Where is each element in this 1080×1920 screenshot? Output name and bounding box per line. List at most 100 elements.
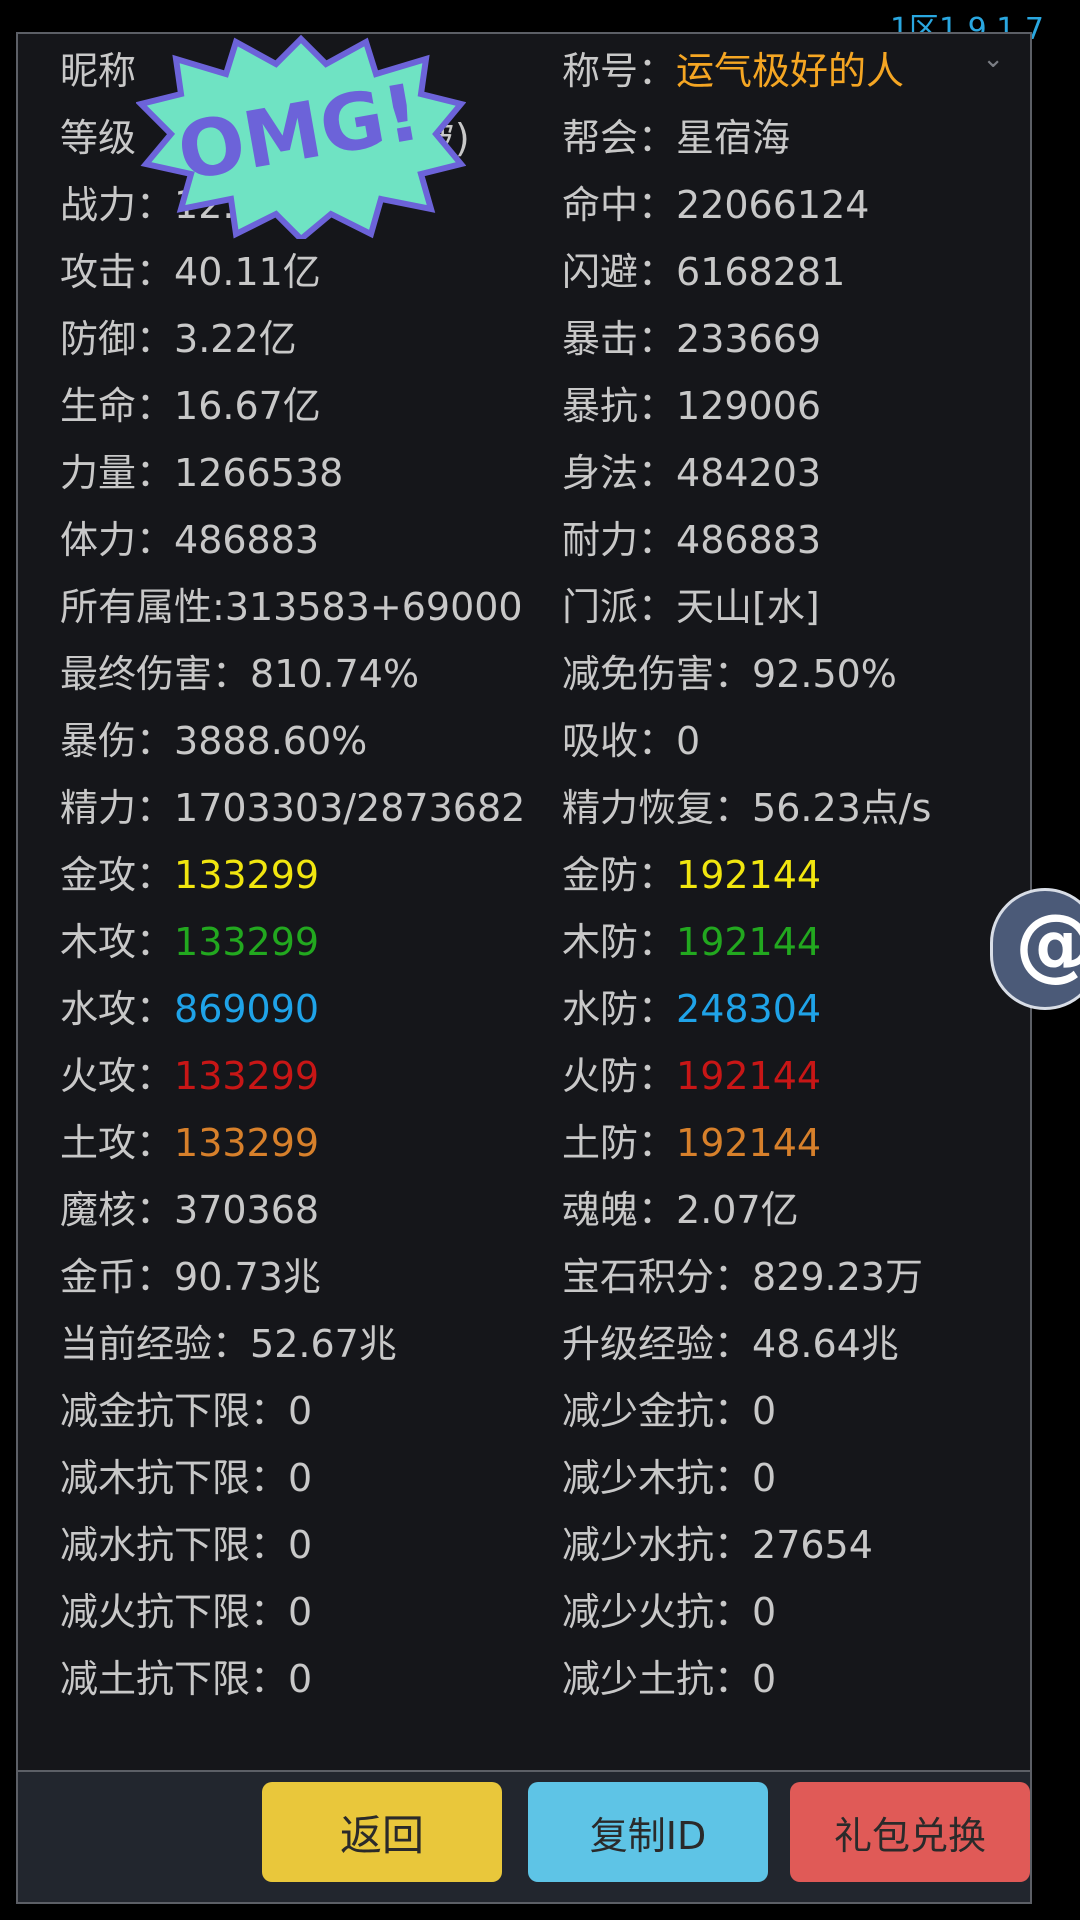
stat-value: 486883 (676, 518, 822, 562)
stat-left: 攻击：40.11亿 (60, 239, 321, 306)
stat-label: 减少水抗： (562, 1523, 753, 1567)
stat-right: 身法：484203 (562, 440, 821, 507)
stat-value: 486883 (174, 518, 320, 562)
stat-left: 力量：1266538 (60, 440, 343, 507)
stat-left: 减水抗下限：0 (60, 1512, 312, 1579)
stat-value: 133299 (174, 920, 320, 964)
stat-value: 0 (676, 719, 701, 763)
stat-value: 0 (288, 1590, 313, 1634)
stat-right: 升级经验：48.64兆 (562, 1311, 899, 1378)
stat-row: 当前经验：52.67兆 升级经验：48.64兆 (18, 1311, 1030, 1378)
copy-id-button[interactable]: 复制ID (528, 1782, 768, 1882)
omg-badge-icon: OMG! (136, 34, 466, 239)
stat-label: 减少土抗： (562, 1657, 753, 1701)
stat-label: 攻击： (60, 250, 175, 294)
stat-left: 减土抗下限：0 (60, 1646, 312, 1713)
stat-label: 精力恢复： (562, 786, 753, 830)
stat-left: 魔核：370368 (60, 1177, 319, 1244)
stat-value: 16.67亿 (174, 384, 321, 428)
stat-label: 当前经验： (60, 1322, 251, 1366)
stat-right: 减少土抗：0 (562, 1646, 776, 1713)
stat-label: 减少火抗： (562, 1590, 753, 1634)
stat-left: 当前经验：52.67兆 (60, 1311, 397, 1378)
stat-row: 土攻：133299 土防：192144 (18, 1110, 1030, 1177)
stat-label: 称号： (562, 49, 677, 93)
stat-row: 火攻：133299 火防：192144 (18, 1043, 1030, 1110)
stat-label: 防御： (60, 317, 175, 361)
stat-label: 减木抗下限： (60, 1456, 289, 1500)
gift-redeem-button[interactable]: 礼包兑换 (790, 1782, 1030, 1882)
back-button[interactable]: 返回 (262, 1782, 502, 1882)
stat-left: 金币：90.73兆 (60, 1244, 321, 1311)
stat-value: 313583+69000 (224, 585, 523, 629)
stat-row: 减火抗下限：0 减少火抗：0 (18, 1579, 1030, 1646)
stat-row: 最终伤害：810.74% 减免伤害：92.50% (18, 641, 1030, 708)
at-icon: @ (1015, 897, 1080, 990)
stat-label: 减少木抗： (562, 1456, 753, 1500)
stat-value: 22066124 (676, 183, 870, 227)
stat-label: 暴伤： (60, 719, 175, 763)
stat-label: 魂魄： (562, 1188, 677, 1232)
stat-left: 水攻：869090 (60, 976, 319, 1043)
stat-value: 248304 (676, 987, 822, 1031)
stat-row: 暴伤：3888.60% 吸收：0 (18, 708, 1030, 775)
stat-value: 0 (752, 1389, 777, 1433)
stat-right: 魂魄：2.07亿 (562, 1177, 799, 1244)
stat-left: 体力：486883 (60, 507, 319, 574)
stat-right: 门派：天山[水] (562, 574, 820, 641)
stat-value: 370368 (174, 1188, 320, 1232)
stat-value: 48.64兆 (752, 1322, 899, 1366)
stat-label: 金攻： (60, 853, 175, 897)
stat-row: 减水抗下限：0 减少水抗：27654 (18, 1512, 1030, 1579)
stat-value: 129006 (676, 384, 822, 428)
stat-row: 减土抗下限：0 减少土抗：0 (18, 1646, 1030, 1713)
stat-label: 体力： (60, 518, 175, 562)
stat-label: 升级经验： (562, 1322, 753, 1366)
stat-right: 木防：192144 (562, 909, 821, 976)
stat-left: 土攻：133299 (60, 1110, 319, 1177)
stat-right: 称号：运气极好的人 (562, 38, 904, 105)
stat-row: 金攻：133299 金防：192144 (18, 842, 1030, 909)
stat-row: 所有属性:313583+69000 门派：天山[水] (18, 574, 1030, 641)
stat-left: 金攻：133299 (60, 842, 319, 909)
stat-value: 0 (752, 1456, 777, 1500)
stat-right: 耐力：486883 (562, 507, 821, 574)
stat-value: 2.07亿 (676, 1188, 799, 1232)
stat-value: 1266538 (174, 451, 344, 495)
stat-value: 运气极好的人 (676, 49, 905, 93)
stat-right: 减少水抗：27654 (562, 1512, 873, 1579)
stat-value: 27654 (752, 1523, 873, 1567)
stat-value: 92.50% (752, 652, 897, 696)
stat-value: 天山[水] (676, 585, 820, 629)
stat-row: 水攻：869090 水防：248304 (18, 976, 1030, 1043)
stat-left: 所有属性:313583+69000 (60, 574, 523, 641)
stat-label: 减少金抗： (562, 1389, 753, 1433)
stat-value: 0 (288, 1456, 313, 1500)
stat-label: 吸收： (562, 719, 677, 763)
floating-at-button[interactable]: @ (990, 888, 1080, 1010)
stat-value: 1703303/2873682 (174, 786, 526, 830)
stat-label: 水攻： (60, 987, 175, 1031)
stat-value: 233669 (676, 317, 822, 361)
stat-row: 力量：1266538 身法：484203 (18, 440, 1030, 507)
stat-left: 暴伤：3888.60% (60, 708, 367, 775)
stat-label: 土攻： (60, 1121, 175, 1165)
stat-row: 金币：90.73兆 宝石积分：829.23万 (18, 1244, 1030, 1311)
stat-right: 减少木抗：0 (562, 1445, 776, 1512)
chevron-down-icon[interactable]: ⌄ (982, 44, 1004, 74)
stat-label: 减土抗下限： (60, 1657, 289, 1701)
stat-row: 防御：3.22亿 暴击：233669 (18, 306, 1030, 373)
stat-left: 昵称 (60, 38, 136, 105)
stat-right: 命中：22066124 (562, 172, 869, 239)
stat-label: 帮会： (562, 116, 677, 160)
stat-value: 6168281 (676, 250, 846, 294)
stat-row: 减金抗下限：0 减少金抗：0 (18, 1378, 1030, 1445)
stat-right: 减少金抗：0 (562, 1378, 776, 1445)
stat-value: 0 (752, 1590, 777, 1634)
stat-right: 减免伤害：92.50% (562, 641, 897, 708)
stat-label: 减水抗下限： (60, 1523, 289, 1567)
stat-value: 3.22亿 (174, 317, 297, 361)
stat-row: 魔核：370368 魂魄：2.07亿 (18, 1177, 1030, 1244)
stat-label: 木防： (562, 920, 677, 964)
stat-row: 体力：486883 耐力：486883 (18, 507, 1030, 574)
